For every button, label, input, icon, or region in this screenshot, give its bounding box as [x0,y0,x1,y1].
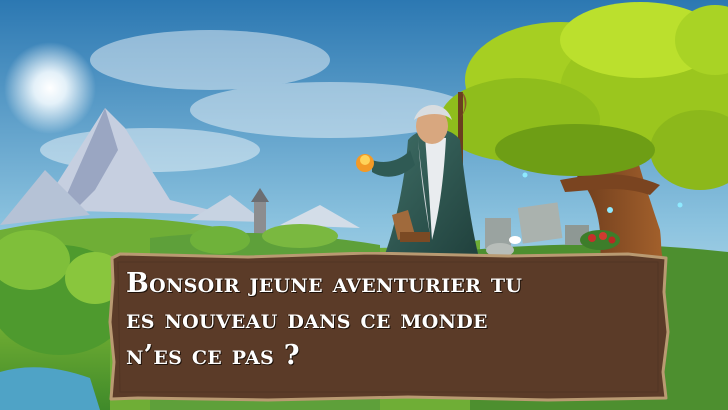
dialog-text: Bonsoir jeune aventurier tu es nouveau d… [126,268,523,371]
sun-icon [4,42,96,134]
berry-bush [580,230,620,250]
game-scene: Bonsoir jeune aventurier tu es nouveau d… [0,0,728,410]
dialog-box[interactable]: Bonsoir jeune aventurier tu es nouveau d… [108,252,670,402]
